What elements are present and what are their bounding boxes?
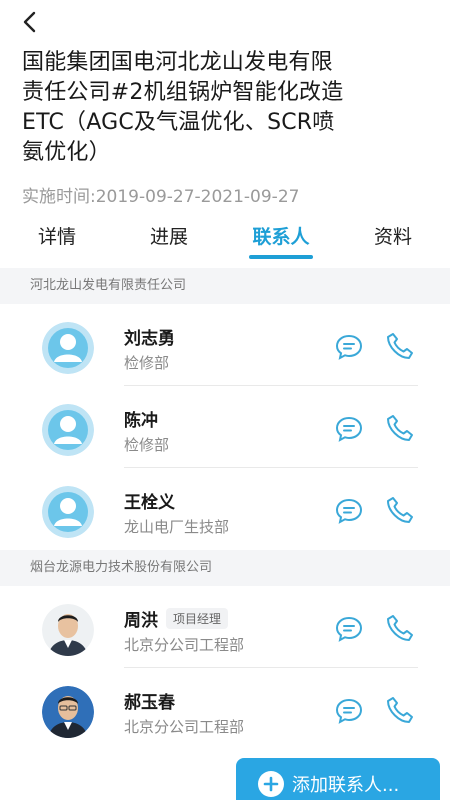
phone-icon xyxy=(387,615,413,641)
message-button[interactable] xyxy=(334,614,364,644)
call-button[interactable] xyxy=(384,494,416,526)
default-avatar-icon xyxy=(42,486,94,538)
chevron-left-icon xyxy=(23,11,36,33)
profile-photo-avatar xyxy=(42,686,94,738)
profile-photo-avatar xyxy=(42,604,94,656)
tab-contacts[interactable]: 联系人 xyxy=(236,222,326,268)
role-badge: 项目经理 xyxy=(166,608,229,629)
tab-label: 联系人 xyxy=(252,226,310,248)
contact-department: 检修部 xyxy=(124,436,170,454)
contact-row[interactable]: 王栓义 龙山电厂生技部 xyxy=(0,468,450,550)
phone-icon xyxy=(387,497,413,523)
tab-bar: 详情 进展 联系人 资料 xyxy=(0,222,450,268)
tab-label: 进展 xyxy=(149,226,188,248)
message-button[interactable] xyxy=(334,332,364,362)
contact-department: 北京分公司工程部 xyxy=(124,718,245,736)
active-tab-indicator xyxy=(249,255,313,259)
add-contact-button[interactable]: 添加联系人... xyxy=(236,758,440,800)
phone-icon xyxy=(387,697,413,723)
company-group-header: 河北龙山发电有限责任公司 xyxy=(0,268,450,304)
contact-department: 北京分公司工程部 xyxy=(124,636,245,654)
contact-row[interactable]: 陈冲 检修部 xyxy=(0,386,450,468)
chat-bubble-icon xyxy=(335,498,363,524)
contact-name: 王栓义 xyxy=(124,493,175,513)
call-button[interactable] xyxy=(384,330,416,362)
tab-label: 详情 xyxy=(37,226,76,248)
chat-bubble-icon xyxy=(335,416,363,442)
chat-bubble-icon xyxy=(335,334,363,360)
phone-icon xyxy=(387,333,413,359)
call-button[interactable] xyxy=(384,612,416,644)
page-title: 国能集团国电河北龙山发电有限责任公司#2机组锅炉智能化改造ETC（AGC及气温优… xyxy=(22,50,344,165)
contact-name: 刘志勇 xyxy=(124,329,175,349)
top-bar xyxy=(0,0,450,42)
contact-row[interactable]: 郝玉春 北京分公司工程部 xyxy=(0,668,450,750)
company-group-header: 烟台龙源电力技术股份有限公司 xyxy=(0,550,450,586)
chat-bubble-icon xyxy=(335,616,363,642)
default-avatar-icon xyxy=(42,322,94,374)
implementation-period: 实施时间:2019-09-27-2021-09-27 xyxy=(22,187,300,207)
call-button[interactable] xyxy=(384,694,416,726)
add-contact-label: 添加联系人... xyxy=(292,775,400,796)
tab-label: 资料 xyxy=(373,226,412,248)
contact-department: 检修部 xyxy=(124,354,170,372)
phone-icon xyxy=(387,415,413,441)
tab-materials[interactable]: 资料 xyxy=(358,222,428,268)
contact-name: 郝玉春 xyxy=(124,693,175,713)
contact-row[interactable]: 周洪 项目经理 北京分公司工程部 xyxy=(0,586,450,668)
contact-row[interactable]: 刘志勇 检修部 xyxy=(0,304,450,386)
tab-progress[interactable]: 进展 xyxy=(134,222,204,268)
contact-department: 龙山电厂生技部 xyxy=(124,518,230,536)
contact-name: 周洪 xyxy=(124,611,158,631)
contact-name: 陈冲 xyxy=(124,411,158,431)
back-button[interactable] xyxy=(14,6,46,38)
call-button[interactable] xyxy=(384,412,416,444)
plus-icon xyxy=(258,771,284,797)
chat-bubble-icon xyxy=(335,698,363,724)
message-button[interactable] xyxy=(334,496,364,526)
message-button[interactable] xyxy=(334,696,364,726)
message-button[interactable] xyxy=(334,414,364,444)
default-avatar-icon xyxy=(42,404,94,456)
tab-details[interactable]: 详情 xyxy=(22,222,92,268)
